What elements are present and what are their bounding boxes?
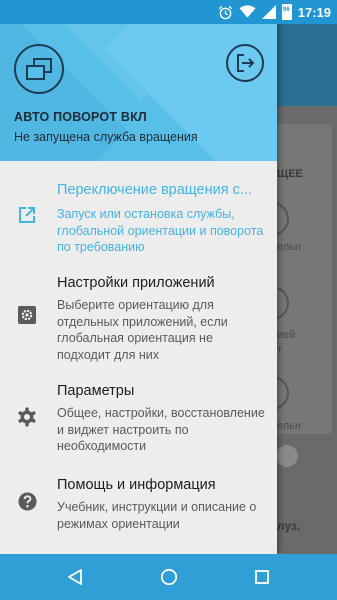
back-icon xyxy=(68,569,82,585)
recents-icon xyxy=(255,570,269,584)
wifi-icon xyxy=(239,5,256,18)
menu-item-description: Учебник, инструкции и описание о режимах… xyxy=(57,500,257,531)
background-fragment: ельн xyxy=(277,241,301,253)
screen-rotation-icon xyxy=(26,58,52,80)
menu-item-parameters[interactable]: Параметры Общее, настройки, восстановлен… xyxy=(0,367,277,467)
header-subtitle: Не запущена служба вращения xyxy=(14,130,198,144)
recents-button[interactable] xyxy=(250,565,274,589)
battery-icon: 96 xyxy=(281,4,292,20)
system-nav-bar xyxy=(0,554,337,600)
menu-item-description: Общее, настройки, восстановление и видже… xyxy=(57,406,265,453)
status-icons: 96 17:19 xyxy=(218,3,331,21)
menu-item-app-settings[interactable]: Настройки приложений Выберите ориентацию… xyxy=(0,261,277,367)
background-fragment: луз. xyxy=(277,519,301,533)
status-bar: 96 17:19 xyxy=(0,0,337,24)
battery-level: 96 xyxy=(282,7,290,13)
menu-item-title: Настройки приложений xyxy=(57,275,215,291)
background-fragment: ельн xyxy=(277,420,301,432)
rotation-toggle-avatar[interactable] xyxy=(14,44,64,94)
home-icon xyxy=(160,568,178,586)
header-title: АВТО ПОВОРОТ ВКЛ xyxy=(14,110,147,124)
status-time: 17:19 xyxy=(297,4,331,20)
navigation-drawer: АВТО ПОВОРОТ ВКЛ Не запущена служба вращ… xyxy=(0,0,277,554)
menu-item-title: Параметры xyxy=(57,383,135,399)
home-button[interactable] xyxy=(157,565,181,589)
background-fragment: ией xyxy=(277,329,296,341)
exit-button[interactable] xyxy=(226,44,264,82)
back-button[interactable] xyxy=(63,565,87,589)
menu-item-help[interactable]: Помощь и информация Учебник, инструкции … xyxy=(0,467,277,554)
background-fragment: т xyxy=(277,344,283,356)
menu-item-title: Переключение вращения с... xyxy=(57,182,252,198)
drawer-header: АВТО ПОВОРОТ ВКЛ Не запущена служба вращ… xyxy=(0,0,277,161)
signal-icon xyxy=(261,5,276,19)
menu-item-title: Помощь и информация xyxy=(57,477,216,493)
app-settings-icon xyxy=(17,305,37,325)
background-toggle-knob xyxy=(276,445,298,467)
alarm-icon xyxy=(218,5,232,19)
open-external-icon xyxy=(17,205,37,225)
menu-item-description: Выберите ориентацию для отдельных прилож… xyxy=(57,298,228,362)
gear-icon xyxy=(17,407,37,427)
menu-item-toggle-rotation[interactable]: Переключение вращения с... Запуск или ос… xyxy=(0,161,277,261)
menu-item-description: Запуск или остановка службы, глобальной … xyxy=(57,207,264,254)
exit-icon xyxy=(237,54,255,72)
help-icon xyxy=(17,491,37,511)
background-fragment: ЩЕЕ xyxy=(277,168,303,180)
